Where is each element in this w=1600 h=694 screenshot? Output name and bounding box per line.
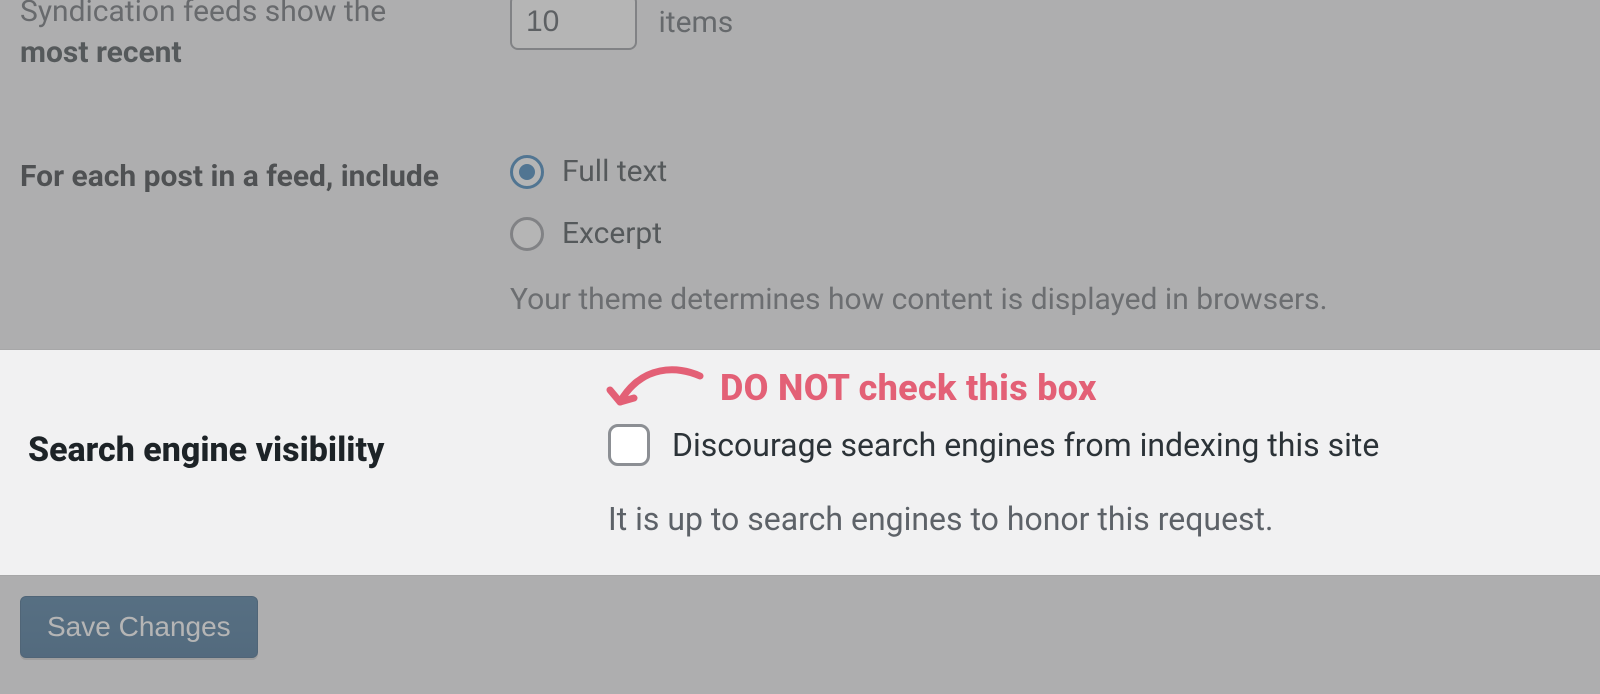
row-syndication-feeds: Syndication feeds show the most recent i… xyxy=(0,0,1600,73)
search-engine-visibility-label: Search engine visibility xyxy=(28,350,608,470)
radio-option-excerpt[interactable]: Excerpt xyxy=(510,213,1580,255)
radio-full-text-label: Full text xyxy=(562,151,667,193)
radio-excerpt-icon xyxy=(510,217,544,251)
syndication-label-line1: Syndication feeds show the xyxy=(20,0,386,29)
search-engine-visibility-controls: Discourage search engines from indexing … xyxy=(608,350,1572,538)
syndication-items-suffix: items xyxy=(658,2,733,44)
radio-full-text-icon xyxy=(510,155,544,189)
syndication-items-input[interactable] xyxy=(510,0,637,50)
save-changes-button[interactable]: Save Changes xyxy=(20,596,258,658)
radio-option-full-text[interactable]: Full text xyxy=(510,151,1580,193)
syndication-control: items xyxy=(510,0,1580,50)
syndication-label: Syndication feeds show the most recent xyxy=(20,0,510,73)
feed-content-controls: Full text Excerpt Your theme determines … xyxy=(510,151,1580,321)
feed-content-description: Your theme determines how content is dis… xyxy=(510,279,1580,321)
discourage-indexing-label: Discourage search engines from indexing … xyxy=(672,426,1379,464)
discourage-indexing-checkbox[interactable] xyxy=(608,424,650,466)
search-engine-visibility-description: It is up to search engines to honor this… xyxy=(608,500,1572,538)
row-feed-content: For each post in a feed, include Full te… xyxy=(0,73,1600,348)
submit-row: Save Changes xyxy=(0,568,1600,658)
feed-content-label: For each post in a feed, include xyxy=(20,151,510,198)
discourage-indexing-option[interactable]: Discourage search engines from indexing … xyxy=(608,424,1572,466)
settings-page: Syndication feeds show the most recent i… xyxy=(0,0,1600,694)
syndication-label-line2: most recent xyxy=(20,35,182,70)
radio-excerpt-label: Excerpt xyxy=(562,213,662,255)
row-search-engine-visibility: Search engine visibility Discourage sear… xyxy=(0,350,1600,575)
